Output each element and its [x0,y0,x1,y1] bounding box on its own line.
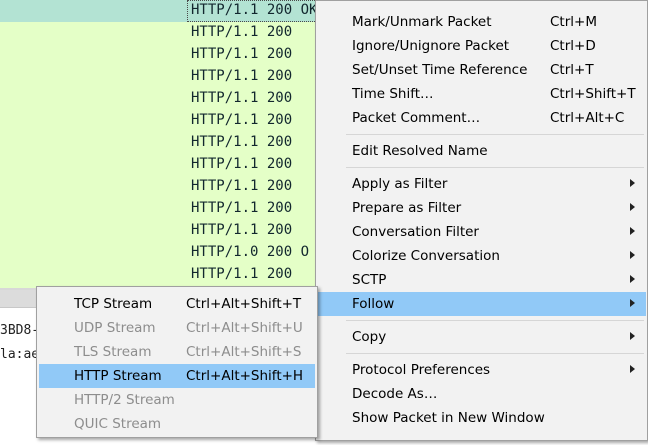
menu-item-shortcut: Ctrl+Alt+Shift+S [186,344,302,360]
menu-item-prepare-as-filter[interactable]: Prepare as Filter [318,196,646,220]
packet-info-cell: HTTP/1.1 200 [191,90,293,106]
menu-item-ignore-packet[interactable]: Ignore/Unignore Packet Ctrl+D [318,34,646,58]
menu-item-label: TLS Stream [74,344,152,360]
submenu-arrow-icon [630,332,635,340]
menu-item-shortcut: Ctrl+Shift+T [550,86,636,102]
menu-item-mark-packet[interactable]: Mark/Unmark Packet Ctrl+M [318,10,646,34]
menu-item-time-shift[interactable]: Time Shift… Ctrl+Shift+T [318,82,646,106]
menu-item-label: Follow [352,296,395,312]
submenu-item-quic-stream: QUIC Stream [39,412,315,436]
submenu-arrow-icon [630,179,635,187]
menu-item-shortcut: Ctrl+D [550,38,596,54]
submenu-arrow-icon [630,275,635,283]
menu-item-label: Ignore/Unignore Packet [352,38,510,54]
menu-item-label: Mark/Unmark Packet [352,14,492,30]
submenu-arrow-icon [630,365,635,373]
menu-item-label: Show Packet in New Window [352,410,545,426]
submenu-arrow-icon [630,203,635,211]
packet-info-cell: HTTP/1.1 200 [191,134,293,150]
menu-item-label: Edit Resolved Name [352,143,488,159]
packet-info-cell: HTTP/1.1 200 [191,266,293,282]
menu-item-label: SCTP [352,272,387,288]
menu-item-time-reference[interactable]: Set/Unset Time Reference Ctrl+T [318,58,646,82]
menu-item-label: HTTP/2 Stream [74,392,175,408]
menu-item-shortcut: Ctrl+T [550,62,594,78]
packet-info-cell: HTTP/1.1 200 [191,112,293,128]
menu-separator [346,353,644,354]
detail-line: 3BD8- [0,323,40,338]
menu-item-shortcut: Ctrl+Alt+Shift+H [186,368,304,384]
menu-item-label: Prepare as Filter [352,200,462,216]
menu-item-label: Apply as Filter [352,176,448,192]
follow-submenu: TCP Stream Ctrl+Alt+Shift+T UDP Stream C… [36,286,318,438]
menu-item-label: Packet Comment… [352,110,481,126]
menu-item-label: QUIC Stream [74,416,162,432]
menu-item-shortcut: Ctrl+M [550,14,597,30]
submenu-item-http-stream[interactable]: HTTP Stream Ctrl+Alt+Shift+H [39,364,315,388]
submenu-item-http2-stream: HTTP/2 Stream [39,388,315,412]
submenu-arrow-icon [630,227,635,235]
menu-item-colorize-conversation[interactable]: Colorize Conversation [318,244,646,268]
menu-item-protocol-preferences[interactable]: Protocol Preferences [318,358,646,382]
menu-item-label: Time Shift… [352,86,434,102]
menu-item-follow[interactable]: Follow [318,292,646,316]
menu-item-shortcut: Ctrl+Alt+C [550,110,625,126]
packet-info-cell: HTTP/1.1 200 [191,156,293,172]
menu-item-label: UDP Stream [74,320,156,336]
menu-separator [346,134,644,135]
menu-item-label: TCP Stream [74,296,153,312]
menu-item-label: Protocol Preferences [352,362,491,378]
menu-item-edit-resolved-name[interactable]: Edit Resolved Name [318,139,646,163]
packet-info-cell: HTTP/1.1 200 [191,46,293,62]
submenu-item-tls-stream: TLS Stream Ctrl+Alt+Shift+S [39,340,315,364]
menu-item-show-packet-new-window[interactable]: Show Packet in New Window [318,406,646,430]
menu-item-label: Set/Unset Time Reference [352,62,528,78]
menu-item-label: Decode As… [352,386,438,402]
submenu-item-tcp-stream[interactable]: TCP Stream Ctrl+Alt+Shift+T [39,292,315,316]
menu-item-conversation-filter[interactable]: Conversation Filter [318,220,646,244]
submenu-item-udp-stream: UDP Stream Ctrl+Alt+Shift+U [39,316,315,340]
menu-separator [346,167,644,168]
detail-line: la:ae [0,347,40,362]
submenu-arrow-icon [630,299,635,307]
menu-item-label: Copy [352,329,387,345]
submenu-arrow-icon [630,251,635,259]
packet-info-cell: HTTP/1.1 200 [191,178,293,194]
menu-item-label: HTTP Stream [74,368,162,384]
menu-item-apply-as-filter[interactable]: Apply as Filter [318,172,646,196]
menu-item-packet-comment[interactable]: Packet Comment… Ctrl+Alt+C [318,106,646,130]
packet-info-cell: HTTP/1.0 200 O [191,244,310,260]
menu-item-label: Colorize Conversation [352,248,500,264]
packet-info-cell: HTTP/1.1 200 [191,200,293,216]
packet-info-cell: HTTP/1.1 200 [191,222,293,238]
menu-item-shortcut: Ctrl+Alt+Shift+U [186,320,303,336]
menu-item-sctp[interactable]: SCTP [318,268,646,292]
packet-context-menu: Mark/Unmark Packet Ctrl+M Ignore/Unignor… [315,0,648,441]
packet-info-cell: HTTP/1.1 200 [191,68,293,84]
menu-item-shortcut: Ctrl+Alt+Shift+T [186,296,302,312]
menu-item-label: Conversation Filter [352,224,479,240]
menu-item-decode-as[interactable]: Decode As… [318,382,646,406]
menu-item-copy[interactable]: Copy [318,325,646,349]
packet-info-cell: HTTP/1.1 200 [191,24,293,40]
menu-separator [346,320,644,321]
